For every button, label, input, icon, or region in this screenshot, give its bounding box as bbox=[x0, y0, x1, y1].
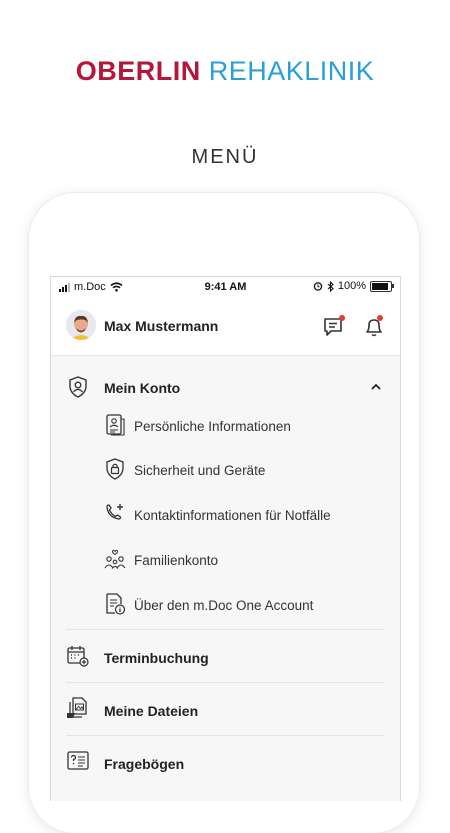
alarm-icon bbox=[313, 282, 323, 291]
submenu-item-about-account[interactable]: Über den m.Doc One Account bbox=[51, 581, 400, 627]
questionnaire-icon bbox=[67, 751, 89, 770]
brand-logo: OBERLIN REHAKLINIK bbox=[0, 56, 450, 87]
battery-icon bbox=[370, 280, 394, 292]
brand-name-secondary: REHAKLINIK bbox=[208, 56, 375, 86]
phone-plus-icon bbox=[106, 504, 123, 520]
app-screen: m.Doc 9:41 AM 100% Max Mustermann Mein K… bbox=[50, 276, 401, 801]
calendar-plus-icon bbox=[67, 646, 89, 667]
menu-item-questionnaires[interactable]: Fragebögen bbox=[51, 736, 400, 788]
id-card-icon bbox=[106, 414, 125, 436]
user-avatar-icon bbox=[66, 310, 96, 340]
notifications-badge bbox=[377, 315, 383, 321]
shield-user-icon bbox=[69, 376, 87, 398]
submenu-item-personal-info[interactable]: Persönliche Informationen bbox=[51, 403, 400, 447]
submenu-item-family-account[interactable]: Familienkonto bbox=[51, 537, 400, 581]
submenu-item-label: Über den m.Doc One Account bbox=[134, 598, 314, 613]
submenu-item-label: Sicherheit und Geräte bbox=[134, 463, 266, 478]
submenu-item-emergency-contacts[interactable]: Kontaktinformationen für Notfälle bbox=[51, 491, 400, 537]
submenu-item-label: Persönliche Informationen bbox=[134, 419, 291, 434]
bluetooth-icon bbox=[327, 280, 334, 292]
status-bar: m.Doc 9:41 AM 100% bbox=[51, 277, 400, 297]
files-icon bbox=[67, 697, 87, 718]
submenu-item-label: Kontaktinformationen für Notfälle bbox=[134, 508, 331, 523]
battery-percent: 100% bbox=[337, 280, 366, 292]
submenu-item-security[interactable]: Sicherheit und Geräte bbox=[51, 447, 400, 491]
messages-button[interactable] bbox=[322, 315, 346, 339]
menu-item-label: Fragebögen bbox=[104, 756, 185, 772]
messages-badge bbox=[339, 315, 345, 321]
menu-item-appointment-booking[interactable]: Terminbuchung bbox=[51, 630, 400, 682]
page-title: MENÜ bbox=[191, 146, 259, 168]
notifications-button[interactable] bbox=[362, 315, 386, 339]
user-name[interactable]: Max Mustermann bbox=[104, 318, 218, 334]
menu-item-label: Mein Konto bbox=[104, 380, 181, 396]
brand-name-primary: OBERLIN bbox=[75, 56, 201, 86]
menu-item-label: Terminbuchung bbox=[104, 650, 209, 666]
chevron-up-icon[interactable] bbox=[370, 382, 382, 392]
submenu-item-label: Familienkonto bbox=[134, 553, 219, 568]
menu-item-label: Meine Dateien bbox=[104, 703, 199, 719]
app-header: Max Mustermann bbox=[51, 297, 400, 356]
shield-lock-icon bbox=[106, 458, 124, 480]
family-icon bbox=[104, 549, 126, 569]
document-info-icon bbox=[106, 593, 126, 615]
avatar[interactable] bbox=[66, 310, 96, 340]
menu-item-my-files[interactable]: Meine Dateien bbox=[51, 683, 400, 735]
